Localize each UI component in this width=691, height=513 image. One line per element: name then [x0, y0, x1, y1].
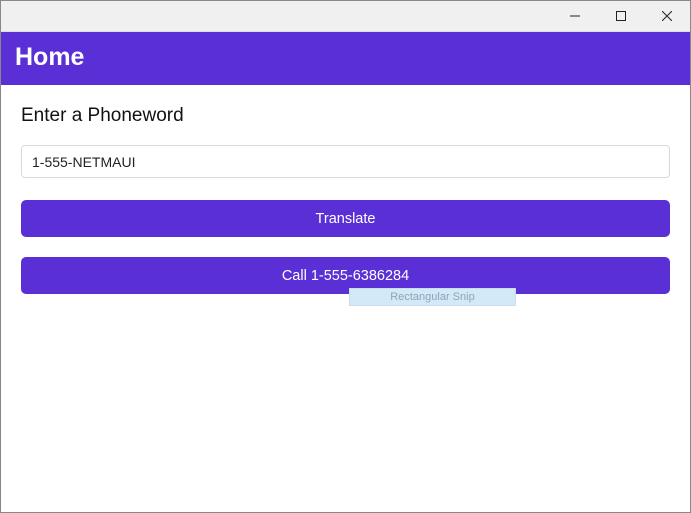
app-header: Home [1, 32, 690, 85]
main-content: Enter a Phoneword Translate Call 1-555-6… [1, 85, 690, 334]
translate-button[interactable]: Translate [21, 200, 670, 237]
minimize-button[interactable] [552, 1, 598, 32]
page-title: Home [15, 43, 676, 72]
window-titlebar [1, 1, 690, 32]
close-icon [662, 11, 672, 21]
call-button[interactable]: Call 1-555-6386284 [21, 257, 670, 294]
maximize-button[interactable] [598, 1, 644, 32]
phoneword-input[interactable] [21, 145, 670, 178]
phoneword-label: Enter a Phoneword [21, 105, 670, 127]
close-button[interactable] [644, 1, 690, 32]
snip-tooltip: Rectangular Snip [349, 288, 516, 306]
minimize-icon [570, 11, 580, 21]
maximize-icon [616, 11, 626, 21]
